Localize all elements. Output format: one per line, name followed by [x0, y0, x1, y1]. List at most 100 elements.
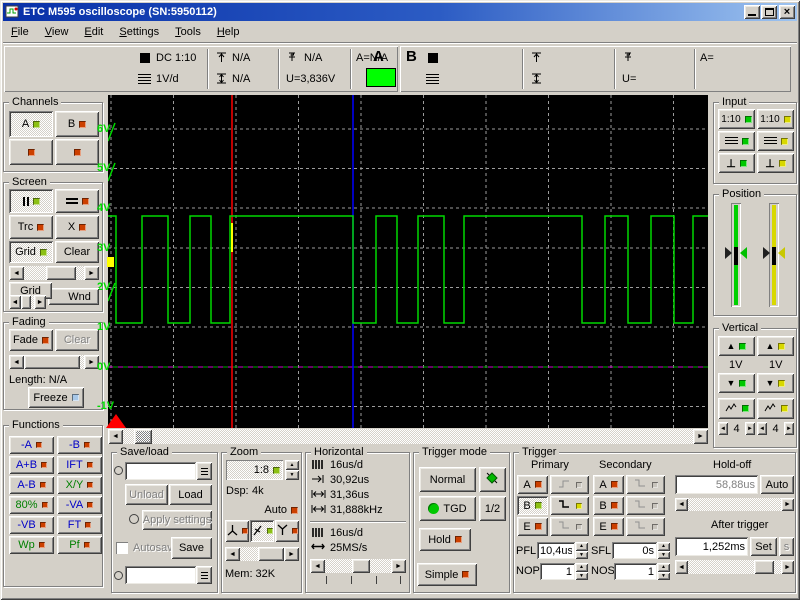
- tgd-button[interactable]: TGD: [419, 496, 476, 521]
- primary-a-edge-button[interactable]: [550, 475, 589, 494]
- coupling-b-button[interactable]: [757, 131, 794, 151]
- zoom-scrollbar[interactable]: ◄►: [225, 547, 299, 561]
- ground-a-button[interactable]: ⊥: [718, 153, 755, 173]
- noise-a-button[interactable]: [718, 398, 755, 419]
- nos-input[interactable]: [614, 563, 657, 580]
- autosave-checkbox[interactable]: [116, 542, 128, 554]
- probe-b-button[interactable]: 1:10: [757, 109, 794, 129]
- position-slider-b[interactable]: [769, 203, 779, 307]
- ground-b-button[interactable]: ⊥: [757, 153, 794, 173]
- cursor-mode2-button[interactable]: [250, 520, 274, 542]
- secondary-a-edge-button[interactable]: [626, 475, 665, 494]
- primary-b-edge-button[interactable]: [550, 496, 589, 515]
- average-a-spinner[interactable]: ◄4►: [718, 422, 755, 435]
- primary-e-edge-button[interactable]: [550, 517, 589, 536]
- secondary-e-button[interactable]: E: [593, 517, 624, 536]
- sfl-spinner[interactable]: ▲▼: [657, 542, 670, 559]
- grid-button[interactable]: Grid: [9, 241, 53, 263]
- menu-tools[interactable]: Tools: [167, 23, 209, 40]
- scope-h-scrollbar[interactable]: ◄ ►: [108, 429, 708, 444]
- window-scrollbar[interactable]: ◄►: [9, 295, 46, 309]
- channel-position-marker[interactable]: [107, 257, 114, 267]
- menu-help[interactable]: Help: [209, 23, 248, 40]
- cursor-mode1-button[interactable]: [225, 520, 249, 542]
- scope-screen[interactable]: [108, 95, 708, 428]
- scope-scroll-thumb[interactable]: [134, 429, 152, 444]
- after-trigger-input[interactable]: [675, 537, 748, 556]
- holdoff-scrollbar[interactable]: ◄►: [675, 498, 794, 511]
- function-Wp-button[interactable]: Wp: [9, 536, 54, 554]
- dual-trace-button[interactable]: [55, 189, 99, 213]
- holdoff-input[interactable]: [675, 475, 758, 494]
- scale-up-b-button[interactable]: ▲: [757, 336, 794, 356]
- probe-a-button[interactable]: 1:10: [718, 109, 755, 129]
- fade-button[interactable]: Fade: [9, 329, 53, 351]
- secondary-e-edge-button[interactable]: [626, 517, 665, 536]
- function-VB-button[interactable]: -VB: [9, 516, 54, 534]
- function-Pf-button[interactable]: Pf: [57, 536, 102, 554]
- simple-button[interactable]: Simple: [417, 563, 477, 586]
- position-thumb-a[interactable]: [725, 247, 732, 259]
- position-thumb-b2[interactable]: [778, 247, 785, 259]
- save-button[interactable]: Save: [171, 537, 212, 559]
- function-AB-button[interactable]: A-B: [9, 476, 54, 494]
- zoom-spinner[interactable]: ▲▼: [285, 460, 299, 480]
- average-b-spinner[interactable]: ◄4►: [757, 422, 794, 435]
- apply-settings-button[interactable]: Apply settings: [142, 510, 212, 530]
- position-thumb-a2[interactable]: [740, 247, 747, 259]
- menu-bar[interactable]: FileViewEditSettingsToolsHelp: [3, 23, 797, 42]
- channel-a2-button[interactable]: [9, 139, 53, 165]
- freeze-button[interactable]: Freeze: [28, 387, 84, 408]
- scale-down-b-button[interactable]: ▼: [757, 373, 794, 393]
- cursor-mode3-button[interactable]: [275, 520, 299, 542]
- grid-scrollbar[interactable]: ◄►: [9, 266, 99, 280]
- trigger-position-marker[interactable]: [106, 414, 126, 428]
- nos-spinner[interactable]: ▲▼: [657, 563, 670, 580]
- function-B-button[interactable]: -B: [57, 436, 102, 454]
- fade-scrollbar[interactable]: ◄►: [9, 355, 99, 369]
- file1-list-button[interactable]: [196, 462, 212, 480]
- nop-input[interactable]: [540, 563, 575, 580]
- position-slider-a[interactable]: [731, 203, 741, 307]
- primary-b-button[interactable]: B: [517, 496, 548, 515]
- pfl-input[interactable]: [537, 542, 575, 559]
- single-flag-button[interactable]: [479, 467, 506, 492]
- zoom-auto-toggle[interactable]: Auto: [246, 502, 298, 518]
- channel-a-color-box[interactable]: [366, 68, 396, 87]
- normal-button[interactable]: Normal: [419, 467, 476, 492]
- pfl-spinner[interactable]: ▲▼: [575, 542, 588, 559]
- maximize-button[interactable]: [761, 5, 777, 19]
- menu-file[interactable]: File: [3, 23, 37, 40]
- title-bar[interactable]: ETC M595 oscilloscope (SN:5950112) ×: [3, 3, 797, 21]
- secondary-a-button[interactable]: A: [593, 475, 624, 494]
- file1-input[interactable]: [125, 462, 196, 480]
- tab-wnd[interactable]: Wnd: [48, 288, 99, 305]
- file2-list-button[interactable]: [196, 566, 212, 584]
- function-AB-button[interactable]: A+B: [9, 456, 54, 474]
- secondary-b-edge-button[interactable]: [626, 496, 665, 515]
- function-80-button[interactable]: 80%: [9, 496, 54, 514]
- sfl-input[interactable]: [612, 542, 657, 559]
- function-FT-button[interactable]: FT: [57, 516, 102, 534]
- close-button[interactable]: ×: [779, 5, 795, 19]
- primary-e-button[interactable]: E: [517, 517, 548, 536]
- nop-spinner[interactable]: ▲▼: [575, 563, 588, 580]
- set-button[interactable]: Set: [750, 537, 777, 556]
- xy-button[interactable]: X: [55, 215, 99, 239]
- trc-button[interactable]: Trc: [9, 215, 53, 239]
- primary-a-button[interactable]: A: [517, 475, 548, 494]
- holdoff-auto-button[interactable]: Auto: [760, 475, 794, 494]
- half-button[interactable]: 1/2: [479, 496, 506, 521]
- noise-b-button[interactable]: [757, 398, 794, 419]
- position-thumb-b[interactable]: [763, 247, 770, 259]
- minimize-button[interactable]: [744, 5, 760, 19]
- menu-edit[interactable]: Edit: [76, 23, 111, 40]
- clear-button[interactable]: Clear: [55, 241, 99, 263]
- menu-view[interactable]: View: [37, 23, 77, 40]
- menu-settings[interactable]: Settings: [111, 23, 167, 40]
- hold-button[interactable]: Hold: [419, 528, 471, 551]
- channel-b2-button[interactable]: [55, 139, 99, 165]
- channel-a-button[interactable]: A: [9, 111, 53, 137]
- coupling-a-button[interactable]: [718, 131, 755, 151]
- function-A-button[interactable]: -A: [9, 436, 54, 454]
